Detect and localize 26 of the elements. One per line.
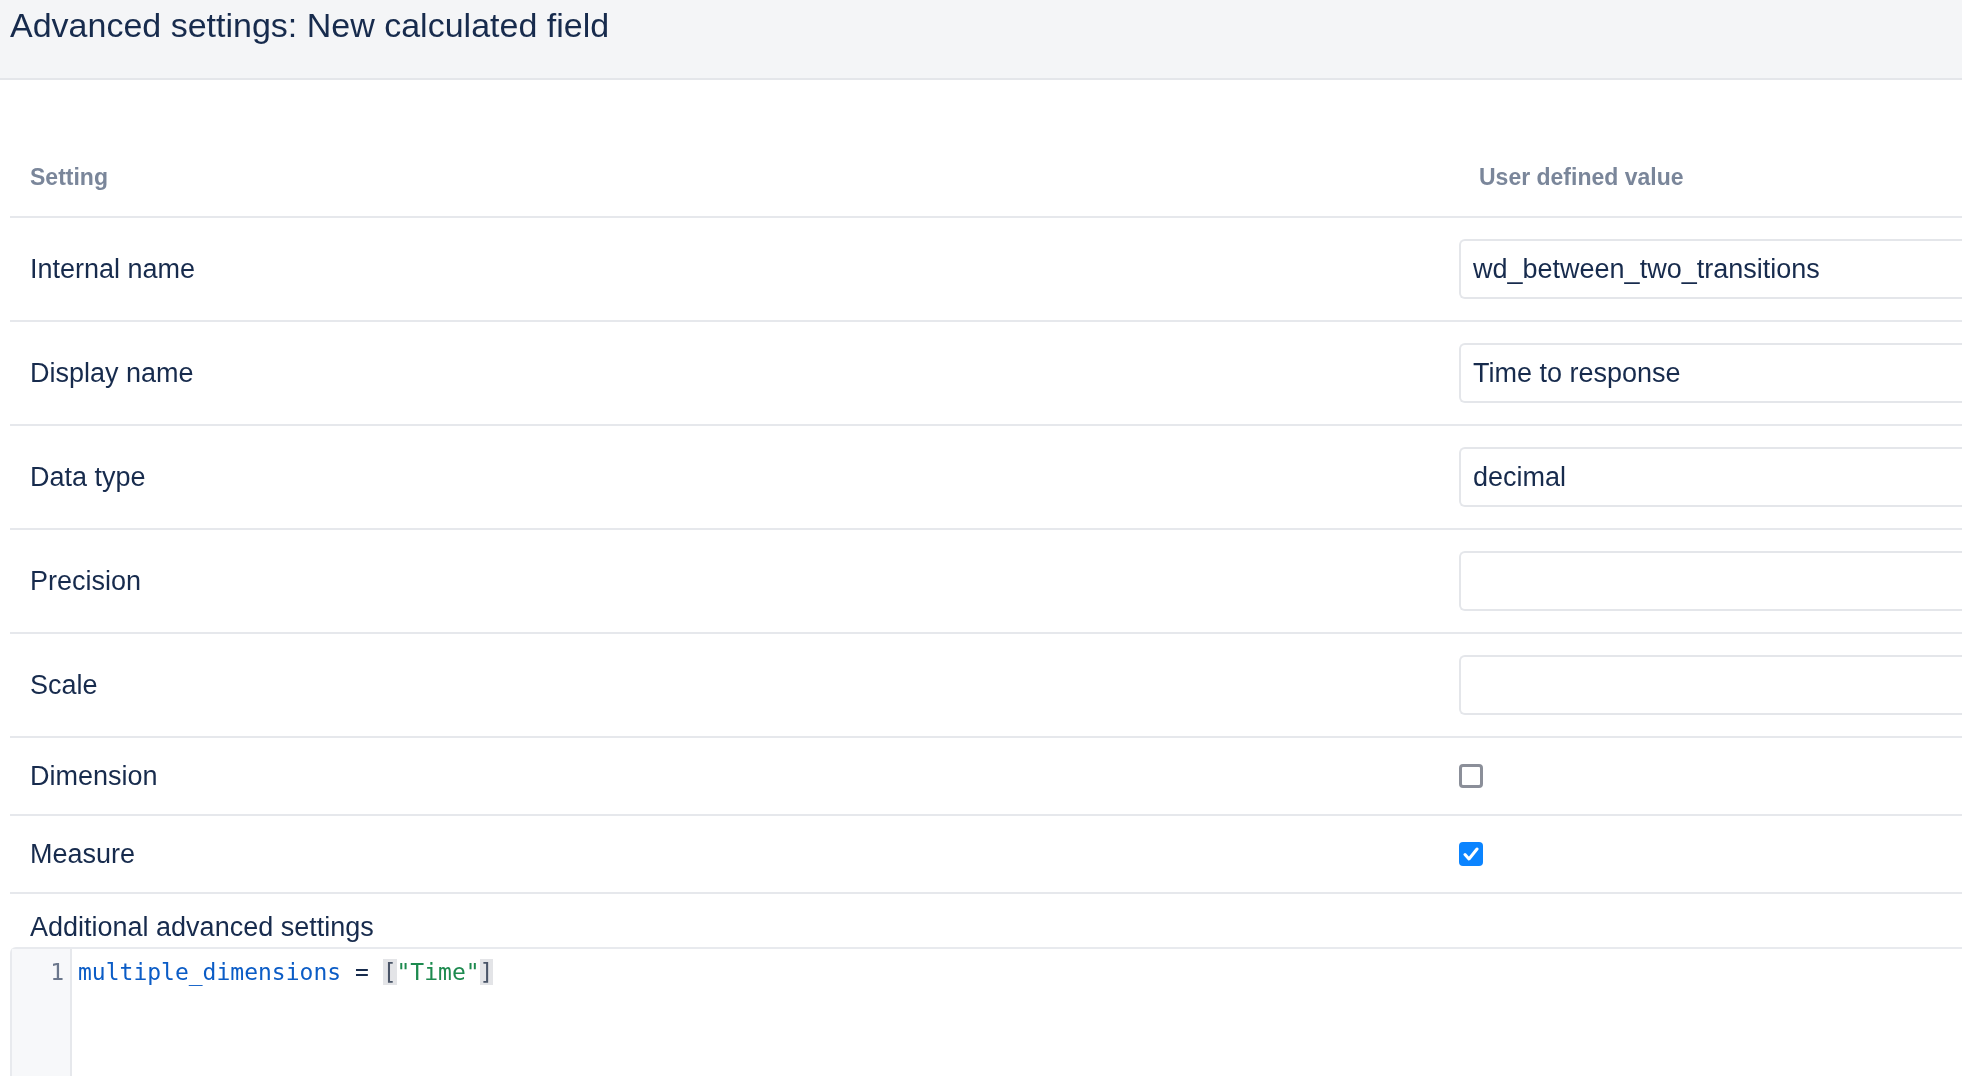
- code-token: [: [382, 959, 397, 985]
- setting-label: Precision: [29, 565, 142, 597]
- code-editor[interactable]: 1 multiple_dimensions = ["Time"]: [10, 947, 1962, 1076]
- checkbox[interactable]: [1459, 842, 1483, 866]
- code-token: "Time": [396, 959, 480, 985]
- setting-label: Measure: [29, 838, 136, 870]
- text-field[interactable]: decimal: [1459, 447, 1962, 507]
- checkmark-icon: [1463, 847, 1479, 861]
- setting-label: Data type: [29, 461, 146, 493]
- setting-label: Dimension: [29, 760, 158, 792]
- setting-label: Internal name: [29, 253, 196, 285]
- column-header: Setting: [29, 163, 108, 191]
- section-label: Additional advanced settings: [30, 912, 374, 943]
- code-token: =: [353, 959, 370, 985]
- column-header: User defined value: [1478, 163, 1684, 191]
- code-token: ]: [479, 959, 494, 985]
- code-token: multiple_dimensions: [78, 959, 342, 985]
- checkbox[interactable]: [1459, 764, 1483, 788]
- text-field[interactable]: [1459, 551, 1962, 611]
- page-title: Advanced settings: New calculated field: [10, 5, 610, 46]
- text-field[interactable]: Time to response: [1459, 343, 1962, 403]
- text-field[interactable]: [1459, 655, 1962, 715]
- text-field[interactable]: wd_between_two_transitions: [1459, 239, 1962, 299]
- setting-label: Display name: [29, 357, 194, 389]
- line-number: 1: [50, 958, 65, 987]
- setting-label: Scale: [29, 669, 98, 701]
